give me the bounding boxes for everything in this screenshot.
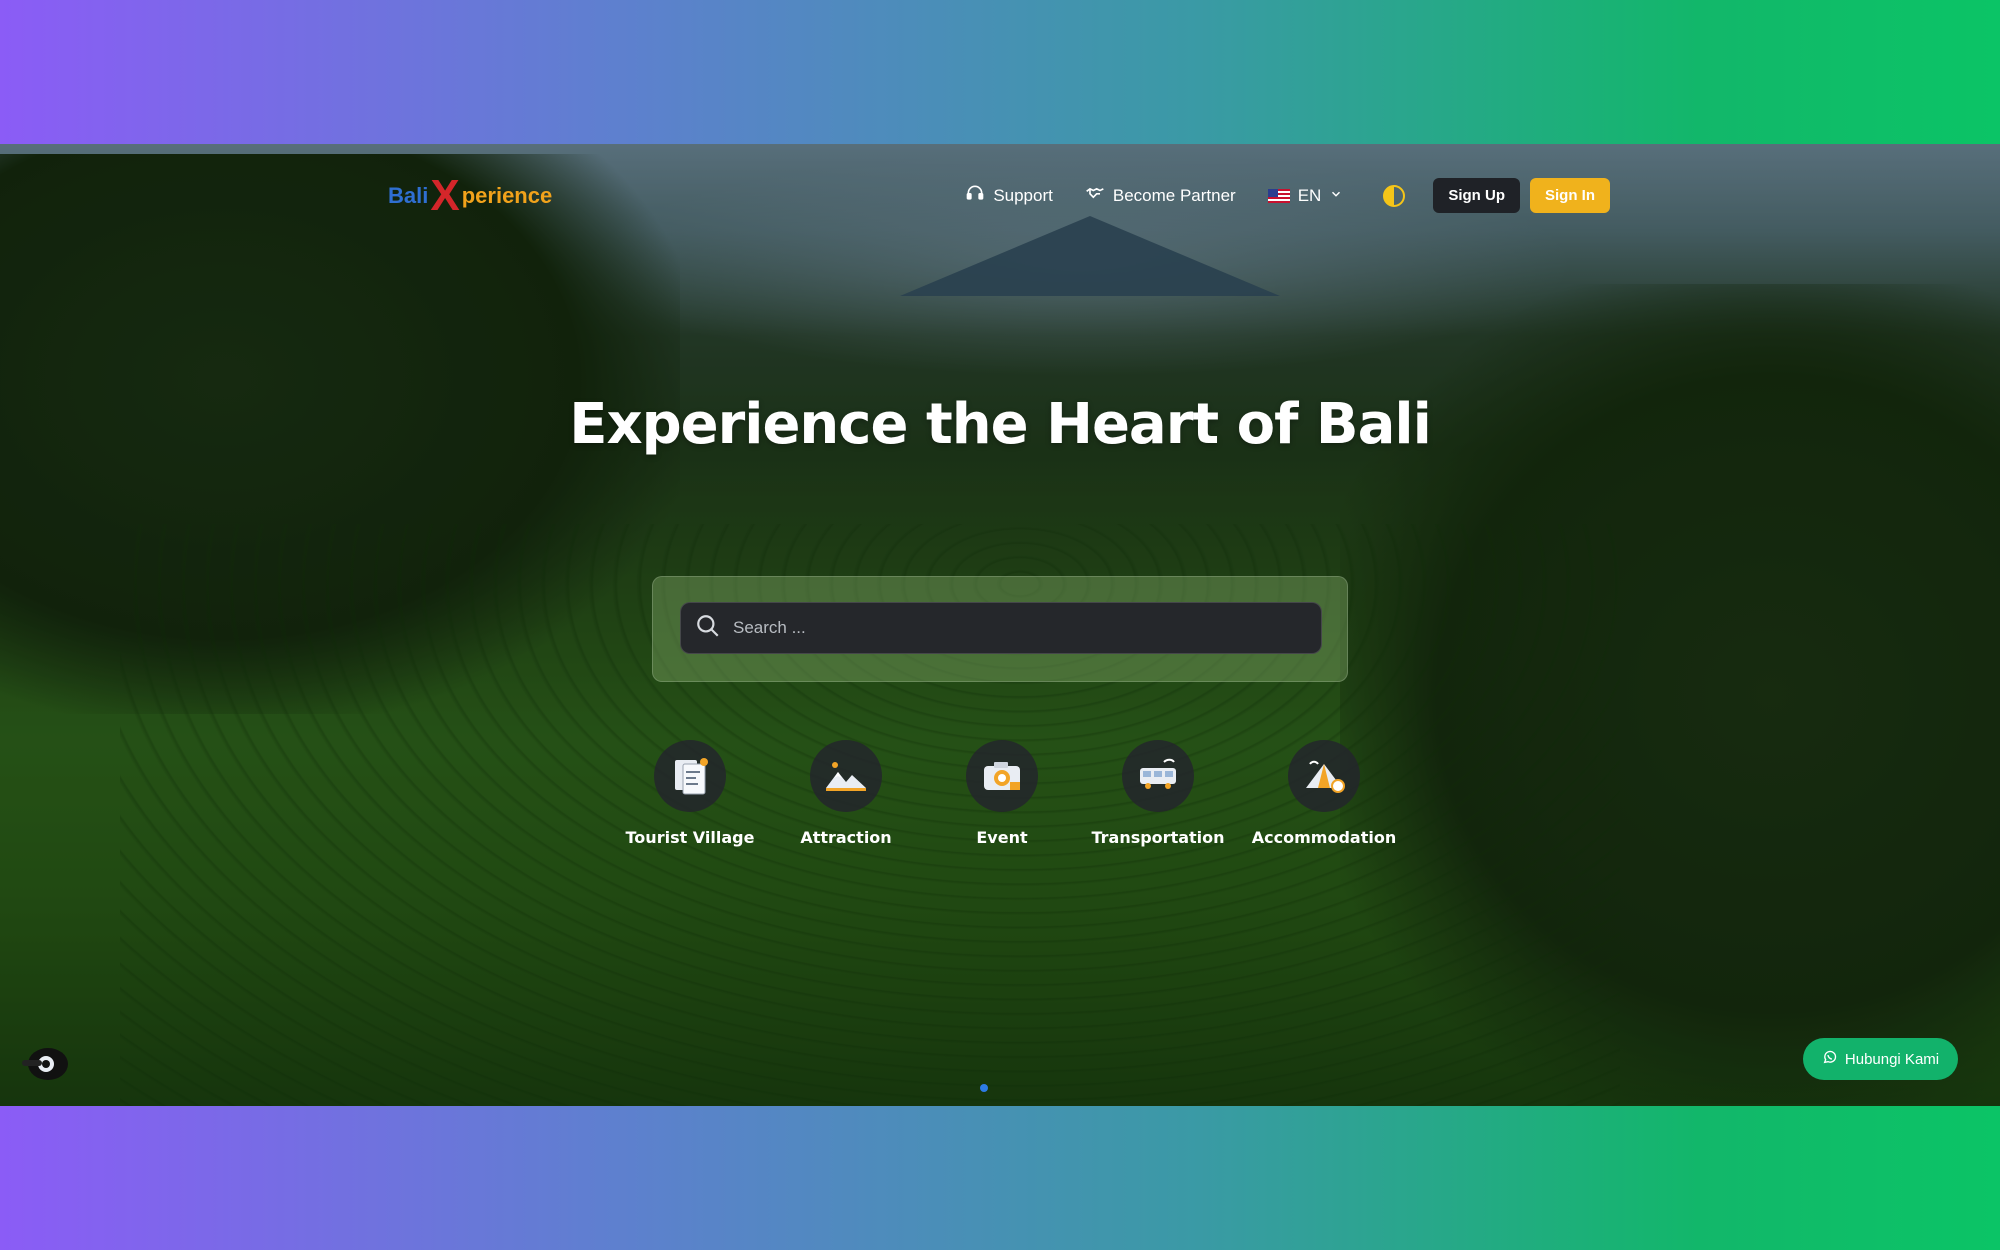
whatsapp-label: Hubungi Kami xyxy=(1844,1050,1940,1068)
search-box[interactable] xyxy=(680,602,1322,654)
category-transportation[interactable]: Transportation xyxy=(1080,740,1236,847)
carousel-indicator[interactable] xyxy=(980,1084,988,1092)
site-logo[interactable]: B ali X perience xyxy=(388,174,552,218)
contrast-toggle-icon[interactable] xyxy=(1383,184,1406,207)
logo-text-perience: perience xyxy=(461,183,553,208)
support-label: Support xyxy=(993,185,1053,205)
search-icon xyxy=(695,613,721,643)
category-event[interactable]: Event xyxy=(924,740,1080,847)
language-label: EN xyxy=(1297,185,1322,205)
category-attraction[interactable]: Attraction xyxy=(768,740,924,847)
sign-up-button[interactable]: Sign Up xyxy=(1433,178,1520,213)
category-label: Transportation xyxy=(1091,828,1225,847)
map-brochure-icon xyxy=(654,740,726,812)
logo-letter-b: B xyxy=(388,183,404,208)
language-selector[interactable]: EN xyxy=(1267,185,1344,206)
search-panel xyxy=(652,576,1348,682)
logo-text-ali: ali xyxy=(403,183,429,208)
category-list: Tourist Village Attraction Event Transpo… xyxy=(612,740,1412,847)
become-partner-label: Become Partner xyxy=(1112,185,1236,205)
sign-in-button[interactable]: Sign In xyxy=(1530,178,1610,213)
us-flag-icon xyxy=(1267,188,1290,203)
tent-icon xyxy=(1288,740,1360,812)
handshake-icon xyxy=(1085,183,1105,208)
chevron-down-icon xyxy=(1329,186,1343,206)
hero-section: B ali X perience Support Become Partner … xyxy=(0,144,2000,1106)
camera-icon xyxy=(966,740,1038,812)
category-label: Accommodation xyxy=(1251,828,1397,847)
mountain-icon xyxy=(810,740,882,812)
category-label: Event xyxy=(976,828,1028,847)
whatsapp-contact-button[interactable]: Hubungi Kami xyxy=(1803,1038,1958,1080)
category-label: Attraction xyxy=(800,828,892,847)
headset-icon xyxy=(965,183,985,208)
top-nav: Support Become Partner EN Sign Up Sign I… xyxy=(965,178,1610,213)
bus-icon xyxy=(1122,740,1194,812)
search-input[interactable] xyxy=(733,618,1293,638)
category-tourist-village[interactable]: Tourist Village xyxy=(612,740,768,847)
category-label: Tourist Village xyxy=(625,828,755,847)
hero-title: Experience the Heart of Bali xyxy=(569,392,1432,457)
category-accommodation[interactable]: Accommodation xyxy=(1236,740,1412,847)
chatbot-icon[interactable] xyxy=(18,1044,72,1084)
whatsapp-icon xyxy=(1822,1049,1838,1069)
support-link[interactable]: Support xyxy=(965,183,1053,208)
become-partner-link[interactable]: Become Partner xyxy=(1085,183,1236,208)
logo-letter-x: X xyxy=(430,171,460,220)
